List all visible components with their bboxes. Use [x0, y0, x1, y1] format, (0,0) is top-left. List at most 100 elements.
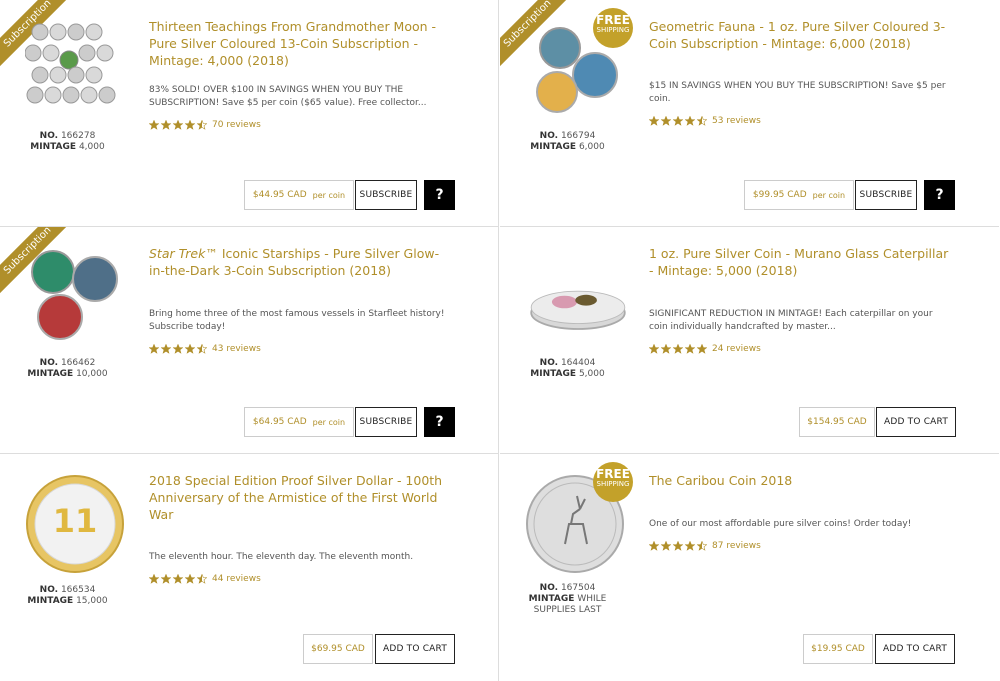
add-to-cart-button[interactable]: ADD TO CART — [875, 634, 955, 664]
free-label: FREE — [596, 467, 630, 481]
product-number: 164404 — [560, 358, 596, 368]
star-icon — [185, 120, 195, 130]
product-mintage: 15,000 — [76, 596, 108, 606]
subscribe-button[interactable]: SUBSCRIBE — [855, 180, 917, 210]
no-label: NO. — [539, 358, 559, 368]
product-grid: Subscription NO. 166278 MINTAGE 4,000 Th… — [0, 0, 1000, 681]
star-icon — [649, 116, 659, 126]
free-label: FREE — [596, 13, 630, 27]
product-title[interactable]: The Caribou Coin 2018 — [649, 472, 949, 489]
subscribe-button[interactable]: SUBSCRIBE — [355, 180, 417, 210]
free-shipping-badge: FREE SHIPPING — [593, 462, 633, 502]
star-rating — [649, 344, 707, 354]
help-button[interactable]: ? — [424, 407, 455, 437]
star-icon — [697, 116, 707, 126]
product-title[interactable]: Geometric Fauna - 1 oz. Pure Silver Colo… — [649, 18, 949, 52]
star-icon — [649, 541, 659, 551]
product-image[interactable] — [523, 257, 633, 347]
mintage-label: MINTAGE — [528, 594, 575, 604]
product-card: Subscription FREE SHIPPING NO. 166794 MI… — [500, 0, 999, 227]
reviews-link[interactable]: 70 reviews — [212, 120, 261, 130]
star-rating — [649, 541, 707, 551]
star-icon — [197, 120, 207, 130]
subscribe-button[interactable]: SUBSCRIBE — [355, 407, 417, 437]
no-label: NO. — [539, 131, 559, 141]
price-box: $154.95 CAD — [799, 407, 875, 437]
star-rating — [149, 120, 207, 130]
product-card: Subscription NO. 166278 MINTAGE 4,000 Th… — [0, 0, 499, 227]
star-rating — [149, 344, 207, 354]
star-icon — [685, 116, 695, 126]
mintage-label: MINTAGE — [30, 142, 77, 152]
help-button[interactable]: ? — [424, 180, 455, 210]
price-box: $99.95 CAD per coin — [744, 180, 854, 210]
help-button[interactable]: ? — [924, 180, 955, 210]
reviews-link[interactable]: 43 reviews — [212, 344, 261, 354]
product-image[interactable] — [25, 20, 120, 120]
product-meta: NO. 166278 MINTAGE 4,000 — [20, 131, 115, 153]
product-title[interactable]: Thirteen Teachings From Grandmother Moon… — [149, 18, 449, 69]
add-to-cart-button[interactable]: ADD TO CART — [876, 407, 956, 437]
star-icon — [649, 344, 659, 354]
product-title[interactable]: 2018 Special Edition Proof Silver Dollar… — [149, 472, 449, 523]
star-icon — [673, 344, 683, 354]
product-image[interactable] — [25, 247, 120, 347]
product-price: $154.95 CAD — [807, 417, 867, 427]
product-number: 166534 — [60, 585, 96, 595]
mintage-label: MINTAGE — [530, 369, 577, 379]
product-card: FREE SHIPPING NO. 167504 MINTAGE WHILE S… — [500, 454, 999, 681]
add-to-cart-button[interactable]: ADD TO CART — [375, 634, 455, 664]
product-rating: 43 reviews — [149, 342, 261, 356]
shipping-label: SHIPPING — [596, 480, 630, 488]
star-icon — [149, 120, 159, 130]
product-image[interactable]: 11 — [25, 474, 125, 574]
reviews-link[interactable]: 44 reviews — [212, 574, 261, 584]
star-icon — [673, 541, 683, 551]
product-mintage: 5,000 — [578, 369, 605, 379]
product-meta: NO. 166462 MINTAGE 10,000 — [20, 358, 115, 380]
star-icon — [161, 574, 171, 584]
star-icon — [673, 116, 683, 126]
product-number: 166462 — [60, 358, 96, 368]
product-mintage: 6,000 — [578, 142, 605, 152]
shipping-label: SHIPPING — [596, 26, 630, 34]
product-number: 166278 — [60, 131, 96, 141]
price-box: $64.95 CAD per coin — [244, 407, 354, 437]
price-box: $69.95 CAD — [303, 634, 373, 664]
product-description: One of our most affordable pure silver c… — [649, 519, 912, 529]
product-rating: 24 reviews — [649, 342, 761, 356]
product-description: The eleventh hour. The eleventh day. The… — [149, 552, 414, 562]
star-icon — [685, 541, 695, 551]
product-card: NO. 164404 MINTAGE 5,000 1 oz. Pure Silv… — [500, 227, 999, 454]
reviews-link[interactable]: 53 reviews — [712, 116, 761, 126]
no-label: NO. — [539, 583, 559, 593]
product-title[interactable]: Star Trek™ Iconic Starships - Pure Silve… — [149, 245, 449, 279]
no-label: NO. — [39, 585, 59, 595]
product-meta: NO. 164404 MINTAGE 5,000 — [520, 358, 615, 380]
star-icon — [697, 344, 707, 354]
star-icon — [161, 120, 171, 130]
star-icon — [197, 574, 207, 584]
price-box: $44.95 CAD per coin — [244, 180, 354, 210]
product-rating: 87 reviews — [649, 539, 761, 553]
star-icon — [661, 541, 671, 551]
reviews-link[interactable]: 87 reviews — [712, 541, 761, 551]
star-icon — [149, 344, 159, 354]
star-rating — [149, 574, 207, 584]
product-card: 11 NO. 166534 MINTAGE 15,000 2018 Specia… — [0, 454, 499, 681]
star-icon — [161, 344, 171, 354]
product-meta: NO. 166794 MINTAGE 6,000 — [520, 131, 615, 153]
product-title[interactable]: 1 oz. Pure Silver Coin - Murano Glass Ca… — [649, 245, 949, 279]
product-rating: 70 reviews — [149, 118, 261, 132]
star-icon — [685, 344, 695, 354]
star-icon — [173, 344, 183, 354]
product-price: $99.95 CAD — [752, 190, 807, 200]
product-description: $15 IN SAVINGS WHEN YOU BUY THE SUBSCRIP… — [649, 81, 946, 104]
product-meta: NO. 166534 MINTAGE 15,000 — [20, 585, 115, 607]
star-icon — [149, 574, 159, 584]
product-description: 83% SOLD! OVER $100 IN SAVINGS WHEN YOU … — [149, 85, 427, 108]
reviews-link[interactable]: 24 reviews — [712, 344, 761, 354]
star-rating — [649, 116, 707, 126]
per-coin-label: per coin — [312, 190, 346, 200]
star-icon — [697, 541, 707, 551]
